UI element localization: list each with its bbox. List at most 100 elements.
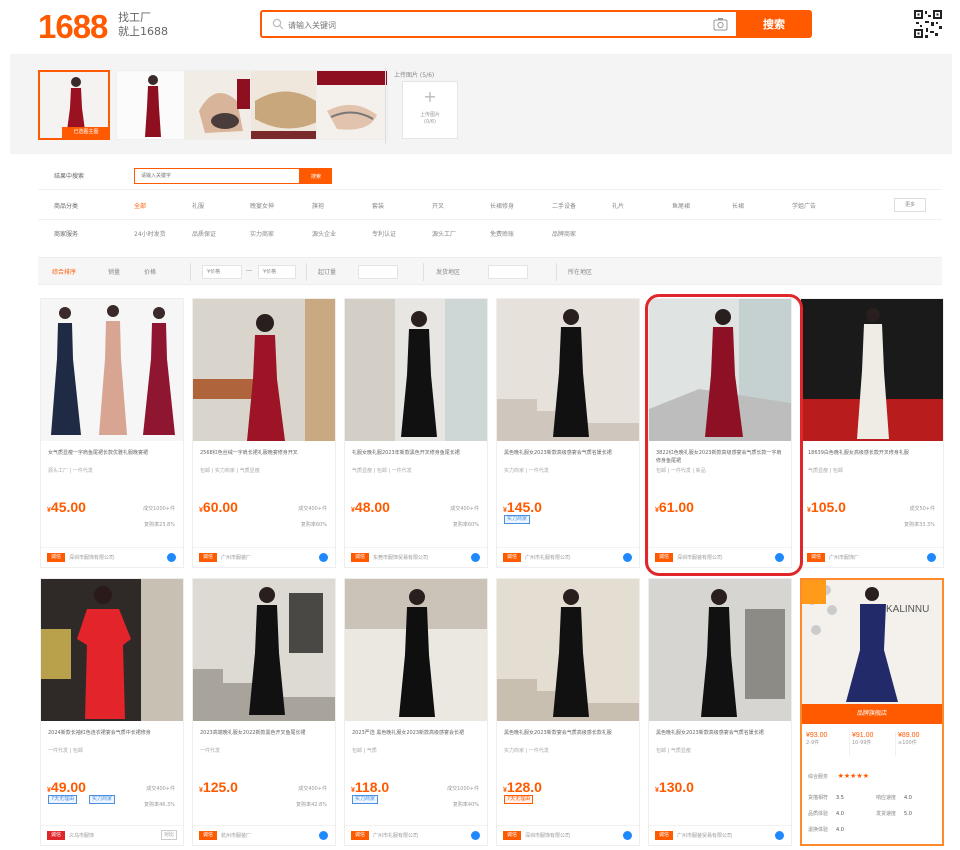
product-card[interactable]: 黑色晚礼服女2023新款宴会气质高级感长款礼服 实力商家 | 一件代发 ¥128… xyxy=(496,578,640,846)
product-title[interactable]: 礼服女晚礼服2023年新款黑色开叉修身鱼尾长裙 xyxy=(352,449,482,457)
product-card[interactable]: 女气质显瘦一字肩鱼尾裙长款优雅礼服晚宴裙 源头工厂 | 一件代发 ¥45.00 … xyxy=(40,298,184,568)
product-image[interactable] xyxy=(649,299,791,441)
upload-image-button[interactable]: + 上传图片 (0/6) xyxy=(402,81,458,139)
shop-name[interactable]: 广州市服饰厂 xyxy=(829,554,929,561)
shop-name[interactable]: 广州市服装厂 xyxy=(221,554,321,561)
region-dropdown[interactable]: 所在地区 xyxy=(568,267,592,276)
brand-ad-card[interactable]: KALINNU 品牌旗舰店 ¥93.00 2-9件 ¥91.00 10-99件 … xyxy=(800,578,944,846)
service-item[interactable]: 24小时发货 xyxy=(134,229,166,238)
chat-icon[interactable] xyxy=(471,831,480,840)
product-image[interactable] xyxy=(345,579,487,721)
chat-icon[interactable] xyxy=(167,553,176,562)
product-title[interactable]: 黑色晚礼服女2023新款高级感宴会气质名媛长裙 xyxy=(504,449,634,457)
category-more-button[interactable]: 更多 xyxy=(894,198,926,212)
product-image[interactable] xyxy=(801,299,943,441)
min-order-input[interactable] xyxy=(358,265,398,279)
chat-icon[interactable] xyxy=(319,831,328,840)
product-title[interactable]: 2023高端晚礼服女2022新款黑色开叉鱼尾长裙 xyxy=(200,729,330,737)
thumb-4[interactable] xyxy=(250,70,322,140)
chat-icon[interactable] xyxy=(775,831,784,840)
sort-default[interactable]: 综合排序 xyxy=(52,267,76,276)
category-item[interactable]: 二手设备 xyxy=(552,201,576,210)
sort-price[interactable]: 价格 xyxy=(144,267,156,276)
service-item[interactable]: 免费赊账 xyxy=(490,229,514,238)
category-item[interactable]: 旗袍 xyxy=(312,201,324,210)
product-image[interactable] xyxy=(41,579,183,721)
product-title[interactable]: 2023严选 黑色晚礼服女2023新款高级感宴会长裙 xyxy=(352,729,482,737)
price-min-input[interactable]: ¥价格 xyxy=(202,265,242,279)
product-image[interactable] xyxy=(193,299,335,441)
filter-search-button[interactable]: 搜索 xyxy=(300,168,332,184)
thumb-2[interactable] xyxy=(116,70,188,140)
chat-icon[interactable] xyxy=(623,553,632,562)
service-item[interactable]: 源头工厂 xyxy=(432,229,456,238)
ship-region-input[interactable] xyxy=(488,265,528,279)
product-card[interactable]: 18639白色晚礼服女高级感长款开叉修身礼服 气质显瘦 | 包邮 ¥105.0 … xyxy=(800,298,944,568)
price-max-input[interactable]: ¥价格 xyxy=(258,265,296,279)
product-image[interactable] xyxy=(193,579,335,721)
product-title[interactable]: 2568红色丝绒一字肩长裙礼服晚宴修身开叉 xyxy=(200,449,330,457)
product-card[interactable]: 黑色晚礼服女2023新款高级感宴会气质名媛长裙 包邮 | 气质显瘦 ¥130.0… xyxy=(648,578,792,846)
product-image[interactable] xyxy=(41,299,183,441)
product-card-highlighted[interactable]: 3822红色晚礼服女2023新款高级感宴会气质长款一字肩修身鱼尾裙 包邮 | 一… xyxy=(648,298,792,568)
shop-name[interactable]: 广州市礼服有限公司 xyxy=(525,554,625,561)
chat-icon[interactable] xyxy=(623,831,632,840)
category-item[interactable]: 全部 xyxy=(134,201,146,210)
category-item[interactable]: 长裙修身 xyxy=(490,201,514,210)
product-title[interactable]: 女气质显瘦一字肩鱼尾裙长款优雅礼服晚宴裙 xyxy=(48,449,178,457)
thumb-5[interactable] xyxy=(316,70,388,140)
camera-icon[interactable] xyxy=(713,17,728,31)
category-item[interactable]: 礼服 xyxy=(192,201,204,210)
product-image[interactable] xyxy=(345,299,487,441)
ad-image[interactable]: KALINNU xyxy=(802,580,942,704)
chat-icon[interactable] xyxy=(319,553,328,562)
category-item[interactable]: 晚宴女神 xyxy=(250,201,274,210)
ship-region-label[interactable]: 发货地区 xyxy=(436,267,460,276)
service-item[interactable]: 源头企业 xyxy=(312,229,336,238)
product-title[interactable]: 3822红色晚礼服女2023新款高级感宴会气质长款一字肩修身鱼尾裙 xyxy=(656,449,786,465)
shop-name[interactable]: 广州市礼服有限公司 xyxy=(373,832,473,839)
service-item[interactable]: 专利认证 xyxy=(372,229,396,238)
product-card[interactable]: 2568红色丝绒一字肩长裙礼服晚宴修身开叉 包邮 | 实力商家 | 气质显瘦 ¥… xyxy=(192,298,336,568)
product-card[interactable]: 黑色晚礼服女2023新款高级感宴会气质名媛长裙 实力商家 | 一件代发 ¥145… xyxy=(496,298,640,568)
category-item[interactable]: 套装 xyxy=(372,201,384,210)
thumb-main[interactable]: 已选图主图 xyxy=(38,70,110,140)
service-item[interactable]: 品牌商家 xyxy=(552,229,576,238)
sort-sales[interactable]: 销量 xyxy=(108,267,120,276)
service-item[interactable]: 实力商家 xyxy=(250,229,274,238)
product-title[interactable]: 黑色晚礼服女2023新款宴会气质高级感长款礼服 xyxy=(504,729,634,737)
category-item[interactable]: 学姐广告 xyxy=(792,201,816,210)
chat-icon[interactable] xyxy=(775,553,784,562)
product-image[interactable] xyxy=(649,579,791,721)
thumb-3[interactable] xyxy=(184,70,256,140)
shop-name[interactable]: 杭州市服装厂 xyxy=(221,832,321,839)
product-card[interactable]: 礼服女晚礼服2023年新款黑色开叉修身鱼尾长裙 气质显瘦 | 包邮 | 一件代发… xyxy=(344,298,488,568)
chat-icon[interactable] xyxy=(471,553,480,562)
service-item[interactable]: 品质保证 xyxy=(192,229,216,238)
chat-icon[interactable] xyxy=(927,553,936,562)
product-card[interactable]: 2023严选 黑色晚礼服女2023新款高级感宴会长裙 包邮 | 气质 ¥118.… xyxy=(344,578,488,846)
shop-name[interactable]: 义乌市服饰 xyxy=(69,832,145,839)
ad-store-button[interactable]: 品牌旗舰店 xyxy=(802,704,942,724)
product-title[interactable]: 18639白色晚礼服女高级感长款开叉修身礼服 xyxy=(808,449,938,457)
compare-button[interactable]: 对比 xyxy=(161,830,177,840)
product-title[interactable]: 黑色晚礼服女2023新款高级感宴会气质名媛长裙 xyxy=(656,729,786,737)
product-card[interactable]: 2024新款长袖红色连衣裙宴会气质中长裙修身 一件代发 | 包邮 ¥49.00 … xyxy=(40,578,184,846)
product-title[interactable]: 2024新款长袖红色连衣裙宴会气质中长裙修身 xyxy=(48,729,178,737)
shop-name[interactable]: 东莞市服饰贸易有限公司 xyxy=(373,554,473,561)
filter-search-input[interactable] xyxy=(134,168,300,184)
category-item[interactable]: 长裙 xyxy=(732,201,744,210)
product-image[interactable] xyxy=(497,579,639,721)
product-image[interactable] xyxy=(497,299,639,441)
category-item[interactable]: 礼片 xyxy=(612,201,624,210)
shop-name[interactable]: 深圳市服饰有限公司 xyxy=(525,832,625,839)
category-item[interactable]: 开叉 xyxy=(432,201,444,210)
search-input[interactable] xyxy=(288,16,708,34)
shop-name[interactable]: 深圳市服装有限公司 xyxy=(677,554,777,561)
product-card[interactable]: 2023高端晚礼服女2022新款黑色开叉鱼尾长裙 一件代发 ¥125.0 成交4… xyxy=(192,578,336,846)
logo[interactable]: 1688 xyxy=(38,8,108,46)
category-item[interactable]: 鱼尾裙 xyxy=(672,201,690,210)
shop-name[interactable]: 广州市服装贸易有限公司 xyxy=(677,832,777,839)
search-button[interactable]: 搜索 xyxy=(736,10,812,38)
qr-code-icon[interactable] xyxy=(913,9,943,39)
